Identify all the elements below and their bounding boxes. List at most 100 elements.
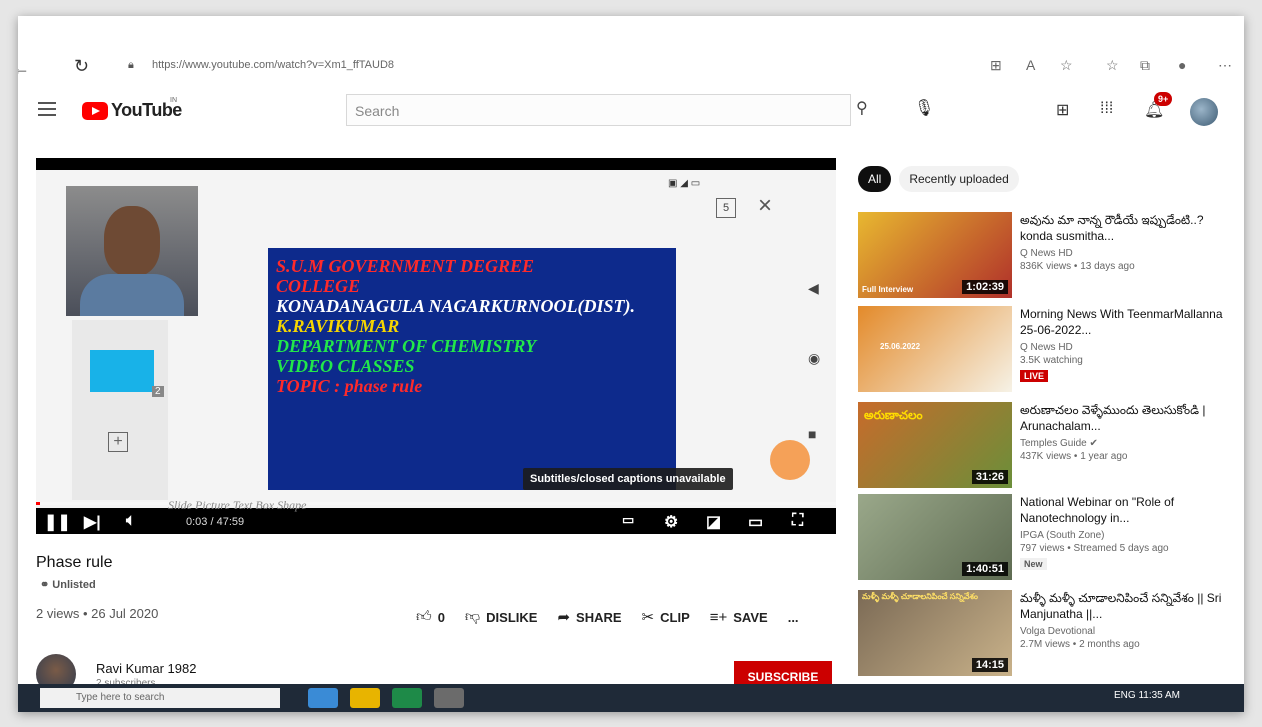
filter-chips: All Recently uploaded	[858, 166, 1027, 192]
recommendation-item[interactable]: 25.06.2022 Morning News With TeenmarMall…	[858, 306, 1238, 394]
profile-icon[interactable]: ●	[1178, 57, 1186, 73]
favorites-icon[interactable]: ☆	[1106, 57, 1119, 74]
channel-name[interactable]: Ravi Kumar 1982	[96, 661, 196, 676]
collections-icon[interactable]: ⧉	[1140, 57, 1150, 74]
share-label: SHARE	[576, 609, 622, 625]
video-frame: 2 + S.U.M GOVERNMENT DEGREE COLLEGE KONA…	[36, 170, 836, 508]
recommendation-info: అవును మా నాన్న రౌడీయే ఇప్పుడేంటి..? kond…	[1020, 212, 1230, 272]
thumbnail-text: Full Interview	[862, 285, 914, 294]
settings-gear-icon[interactable]: ⚙	[664, 512, 678, 532]
recommendation-item[interactable]: అరుణాచలం 31:26 అరుణాచలం వెళ్ళేముందు తెలు…	[858, 402, 1238, 490]
recommendation-title[interactable]: అరుణాచలం వెళ్ళేముందు తెలుసుకోండి | Aruna…	[1020, 402, 1230, 434]
file-explorer-icon[interactable]	[350, 688, 380, 708]
recommendation-meta: 437K views • 1 year ago	[1020, 451, 1128, 462]
create-video-icon[interactable]: ⊞	[1056, 100, 1069, 120]
time-current: 0:03	[186, 516, 208, 528]
thumbnail-text: 25.06.2022	[880, 342, 921, 351]
progress-bar[interactable]	[36, 502, 836, 505]
more-actions-button[interactable]: ...	[788, 610, 799, 625]
recommendation-meta: 836K views • 13 days ago	[1020, 261, 1135, 272]
back-icon[interactable]: ←	[18, 58, 30, 79]
app-icon[interactable]	[434, 688, 464, 708]
recommendation-info: మళ్ళీ మళ్ళీ చూడాలనిపించే సన్నివేశం || Sr…	[1020, 590, 1230, 650]
recommendation-channel[interactable]: Temples Guide ✔	[1020, 438, 1230, 449]
duration-badge: 14:15	[971, 658, 1008, 672]
more-icon[interactable]: ⋯	[1218, 57, 1232, 74]
recommendation-item[interactable]: 1:40:51 National Webinar on "Role of Nan…	[858, 494, 1238, 582]
fullscreen-icon[interactable]: ⛶	[792, 512, 803, 530]
taskbar-apps	[308, 688, 476, 708]
youtube-logo[interactable]: YouTube IN	[82, 97, 182, 121]
address-bar[interactable]: https://www.youtube.com/watch?v=Xm1_ffTA…	[152, 59, 394, 71]
save-label: SAVE	[733, 609, 768, 625]
video-title: Phase rule	[36, 554, 113, 571]
save-button[interactable]: ≡+ SAVE	[710, 609, 768, 626]
site-info-icon[interactable]: 🔒︎	[128, 59, 134, 72]
more-label: ...	[787, 609, 799, 625]
taskbar-search[interactable]: Type here to search	[40, 688, 280, 708]
live-badge: LIVE	[1020, 370, 1049, 382]
video-thumbnail[interactable]: 25.06.2022	[858, 306, 1012, 392]
microphone-icon[interactable]: 🎙︎	[914, 98, 934, 118]
recommendation-meta: 797 views • Streamed 5 days ago	[1020, 543, 1169, 554]
video-thumbnail[interactable]: Full Interview 1:02:39	[858, 212, 1012, 298]
slide-line: COLLEGE	[276, 276, 361, 296]
presenter-face	[104, 206, 160, 276]
duration-badge: 1:02:39	[962, 280, 1008, 294]
recommendation-channel[interactable]: Q News HD	[1020, 342, 1230, 353]
recommendation-item[interactable]: మళ్ళీ మళ్ళీ చూడాలనిపించే సన్నివేశం 14:15…	[858, 590, 1238, 678]
windows-taskbar: Type here to search ENG 11:35 AM	[18, 684, 1244, 712]
video-thumbnail[interactable]: 1:40:51	[858, 494, 1012, 580]
recommendation-channel[interactable]: Volga Devotional	[1020, 626, 1230, 637]
recommendation-title[interactable]: National Webinar on "Role of Nanotechnol…	[1020, 494, 1230, 526]
volume-icon[interactable]: 🔈︎	[126, 512, 136, 530]
recommendation-title[interactable]: మళ్ళీ మళ్ళీ చూడాలనిపించే సన్నివేశం || Sr…	[1020, 590, 1230, 622]
search-icon[interactable]: ⚲	[856, 98, 868, 118]
floating-action-button	[770, 440, 810, 480]
recommendation-item[interactable]: Full Interview 1:02:39 అవును మా నాన్న రౌ…	[858, 212, 1238, 300]
browser-toolbar: ← ↻ 🔒︎ https://www.youtube.com/watch?v=X…	[18, 50, 1244, 84]
webcam-overlay	[66, 186, 198, 316]
thumbnail-text: అరుణాచలం	[864, 408, 923, 422]
pause-icon[interactable]: ❚❚	[44, 512, 71, 532]
share-button[interactable]: ➦ SHARE	[557, 608, 621, 626]
home-circle-icon: ◉	[808, 350, 821, 366]
back-triangle-icon: ◀	[808, 280, 819, 296]
slide-thumbnail	[90, 350, 154, 392]
thumbs-down-icon: 👎︎	[464, 608, 481, 625]
clip-button[interactable]: ✂ CLIP	[642, 608, 690, 626]
search-input[interactable]: Search	[346, 94, 851, 126]
like-button[interactable]: 👍︎ 0	[416, 608, 445, 626]
recommendation-title[interactable]: అవును మా నాన్న రౌడీయే ఇప్పుడేంటి..? kond…	[1020, 212, 1230, 244]
subtitles-icon[interactable]: ▭	[622, 512, 634, 528]
youtube-play-icon	[82, 101, 108, 120]
recommendation-meta: 3.5K watching	[1020, 355, 1083, 366]
app-available-icon[interactable]: ⊞	[990, 57, 1002, 74]
theater-mode-icon[interactable]: ▭	[748, 512, 763, 532]
chip-recently-uploaded[interactable]: Recently uploaded	[899, 166, 1019, 192]
thumbs-up-icon: 👍︎	[416, 608, 432, 625]
menu-icon[interactable]	[38, 102, 56, 116]
recommendation-channel[interactable]: IPGA (South Zone)	[1020, 530, 1230, 541]
recommendation-title[interactable]: Morning News With TeenmarMallanna 25-06-…	[1020, 306, 1230, 338]
video-player[interactable]: 2 + S.U.M GOVERNMENT DEGREE COLLEGE KONA…	[36, 158, 836, 534]
recommendation-channel[interactable]: Q News HD	[1020, 248, 1230, 259]
account-avatar[interactable]	[1190, 98, 1218, 126]
recommendation-meta: 2.7M views • 2 months ago	[1020, 639, 1140, 650]
dislike-button[interactable]: 👎︎ DISLIKE	[465, 608, 538, 626]
add-slide-icon: +	[108, 432, 128, 452]
video-thumbnail[interactable]: అరుణాచలం 31:26	[858, 402, 1012, 488]
apps-grid-icon[interactable]: ⁞⁞⁞	[1100, 100, 1113, 118]
captions-tooltip: Subtitles/closed captions unavailable	[523, 468, 733, 490]
favorite-icon[interactable]: ☆	[1060, 57, 1073, 74]
chip-all[interactable]: All	[858, 166, 892, 192]
edge-app-icon[interactable]	[308, 688, 338, 708]
slide-line: S.U.M GOVERNMENT DEGREE	[276, 256, 535, 276]
video-thumbnail[interactable]: మళ్ళీ మళ్ళీ చూడాలనిపించే సన్నివేశం 14:15	[858, 590, 1012, 676]
recommendation-info: Morning News With TeenmarMallanna 25-06-…	[1020, 306, 1230, 384]
refresh-icon[interactable]: ↻	[74, 56, 89, 77]
read-aloud-icon[interactable]: A	[1026, 57, 1035, 73]
next-icon[interactable]: ▶|	[84, 512, 101, 532]
miniplayer-icon[interactable]: ◪	[706, 512, 721, 532]
excel-app-icon[interactable]	[392, 688, 422, 708]
